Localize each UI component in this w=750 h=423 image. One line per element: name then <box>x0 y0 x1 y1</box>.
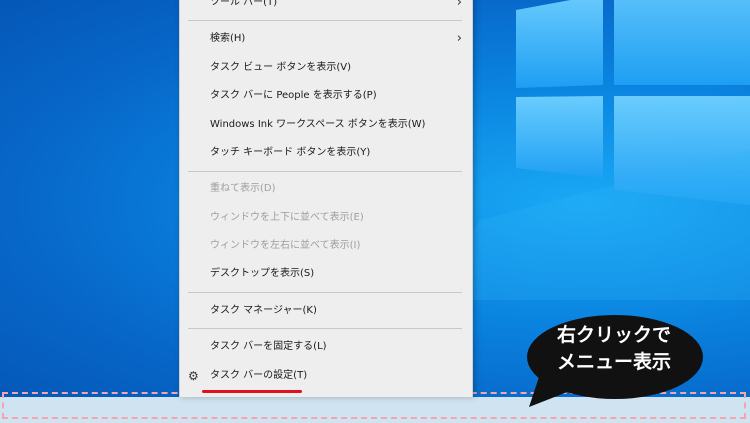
menu-item-label: タスク マネージャー(K) <box>210 305 317 316</box>
menu-item-label: タスク ビュー ボタンを表示(V) <box>210 62 352 73</box>
menu-separator <box>188 292 462 293</box>
menu-item-label: 重ねて表示(D) <box>210 183 276 194</box>
menu-item-show-task-view-button[interactable]: タスク ビュー ボタンを表示(V) <box>180 56 472 80</box>
menu-separator <box>188 328 462 329</box>
menu-item-side-by-side-windows: ウィンドウを左右に並べて表示(I) <box>180 234 472 258</box>
chevron-right-icon: › <box>456 31 462 46</box>
menu-item-label: Windows Ink ワークスペース ボタンを表示(W) <box>210 119 426 130</box>
callout-text-line1: 右クリックで <box>556 324 671 346</box>
menu-item-show-desktop[interactable]: デスクトップを表示(S) <box>180 262 472 286</box>
menu-item-label: ツール バー(T) <box>210 0 278 8</box>
menu-item-stack-windows: ウィンドウを上下に並べて表示(E) <box>180 206 472 230</box>
menu-item-search[interactable]: 検索(H) › <box>180 27 472 51</box>
gear-icon: ⚙ <box>188 369 199 383</box>
menu-separator <box>188 20 462 21</box>
highlight-underline <box>202 390 302 393</box>
menu-item-label: デスクトップを表示(S) <box>210 268 315 279</box>
menu-item-label: 検索(H) <box>210 33 246 44</box>
menu-item-lock-taskbar[interactable]: タスク バーを固定する(L) <box>180 335 472 359</box>
menu-item-taskbar-settings[interactable]: ⚙ タスク バーの設定(T) <box>180 364 472 388</box>
menu-item-label: タスク バーの設定(T) <box>210 370 308 381</box>
chevron-right-icon: › <box>456 0 462 10</box>
menu-item-task-manager[interactable]: タスク マネージャー(K) <box>180 299 472 323</box>
menu-item-label: タスク バーを固定する(L) <box>210 341 327 352</box>
menu-item-show-touch-keyboard-button[interactable]: タッチ キーボード ボタンを表示(Y) <box>180 141 472 165</box>
taskbar-context-menu: ツール バー(T) › 検索(H) › タスク ビュー ボタンを表示(V) タス… <box>179 0 473 397</box>
menu-item-show-people[interactable]: タスク バーに People を表示する(P) <box>180 84 472 108</box>
menu-item-label: タッチ キーボード ボタンを表示(Y) <box>210 147 371 158</box>
menu-item-label: タスク バーに People を表示する(P) <box>210 90 377 101</box>
menu-item-label: ウィンドウを左右に並べて表示(I) <box>210 240 361 251</box>
menu-item-cascade-windows: 重ねて表示(D) <box>180 177 472 201</box>
menu-item-show-windows-ink-button[interactable]: Windows Ink ワークスペース ボタンを表示(W) <box>180 113 472 137</box>
callout-text-line2: メニュー表示 <box>556 351 671 373</box>
menu-item-toolbars[interactable]: ツール バー(T) › <box>180 0 472 15</box>
menu-separator <box>188 171 462 172</box>
menu-item-label: ウィンドウを上下に並べて表示(E) <box>210 212 364 223</box>
